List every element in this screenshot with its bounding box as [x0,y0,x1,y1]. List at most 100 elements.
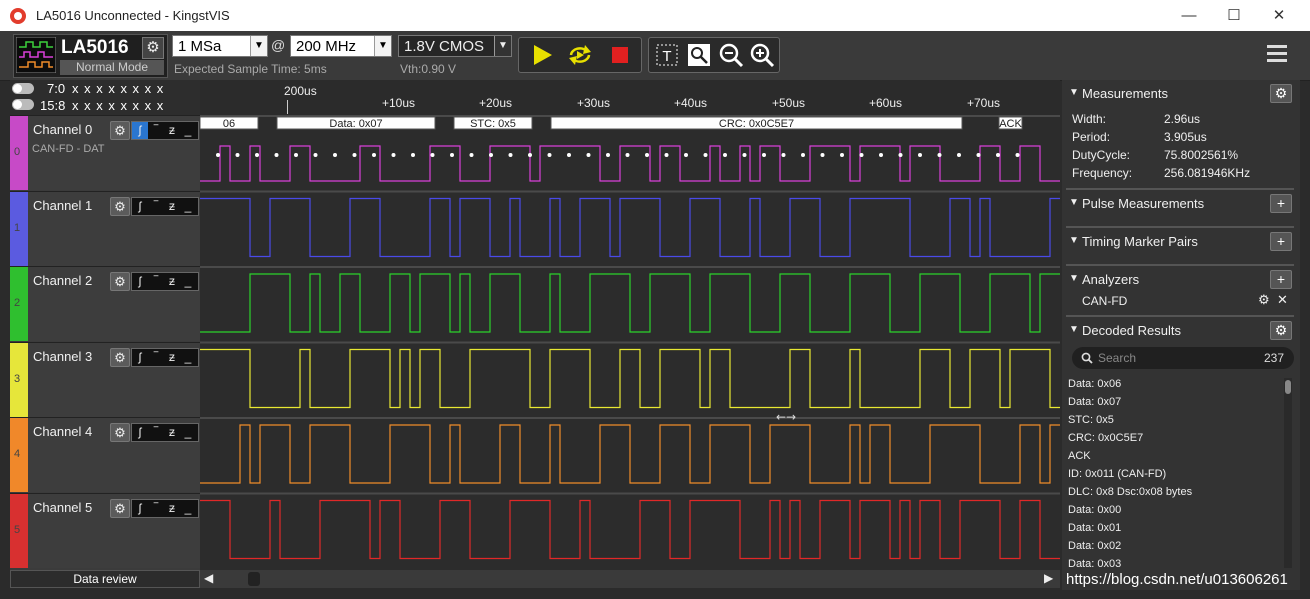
measurements-settings-gear-icon[interactable]: ⚙ [1270,84,1292,103]
falling-edge-icon[interactable]: ƶ [164,122,180,139]
channel-row[interactable]: 0 Channel 0 CAN-FD - DAT ⚙ ʃ ‾ ƶ _ [10,115,200,190]
analyzer-item[interactable]: CAN-FD [1082,294,1127,308]
trigger-selector[interactable]: ʃ ‾ ƶ _ [131,498,199,518]
decoded-search-input[interactable]: Search 237 [1072,347,1294,369]
group-toggle[interactable] [12,83,34,94]
rising-edge-icon[interactable]: ʃ [132,122,148,139]
falling-edge-icon[interactable]: ƶ [164,424,180,441]
channel-waveform[interactable] [200,424,1060,484]
sample-rate-select[interactable]: 200 MHz ▼ [290,35,392,57]
decoded-results-section[interactable]: ▼ Decoded Results ⚙ [1062,319,1300,343]
width-cursor-arrow-icon[interactable]: ←→ [776,410,796,424]
device-settings-gear-icon[interactable]: ⚙ [142,37,164,59]
channel-row[interactable]: 3 Channel 3 ⚙ ʃ ‾ ƶ _ [10,341,200,417]
results-scrollbar[interactable] [1284,378,1292,568]
loop-run-icon[interactable] [567,42,593,68]
add-pulse-plus-icon[interactable]: + [1270,194,1292,213]
high-level-icon[interactable]: ‾ [148,424,164,441]
zoom-out-icon[interactable] [718,42,744,68]
falling-edge-icon[interactable]: ƶ [164,349,180,366]
channel-settings-gear-icon[interactable]: ⚙ [110,347,130,367]
rising-edge-icon[interactable]: ʃ [132,424,148,441]
decoded-result-item[interactable]: Data: 0x00 [1068,504,1121,516]
channel-row[interactable]: 1 Channel 1 ⚙ ʃ ‾ ƶ _ [10,190,200,266]
decoded-result-item[interactable]: Data: 0x03 [1068,558,1121,570]
voltage-select[interactable]: 1.8V CMOS ▼ [398,35,512,57]
decoded-result-item[interactable]: CRC: 0x0C5E7 [1068,432,1143,444]
channel-settings-gear-icon[interactable]: ⚙ [110,498,130,518]
channel-row[interactable]: 2 Channel 2 ⚙ ʃ ‾ ƶ _ [10,266,200,341]
trigger-selector[interactable]: ʃ ‾ ƶ _ [131,423,199,442]
decoded-result-item[interactable]: DLC: 0x8 Dsc:0x08 bytes [1068,486,1192,498]
measurements-section[interactable]: ▼ Measurements ⚙ [1062,82,1300,106]
waveform-area[interactable]: 200us +10us +20us +30us +40us +50us +60u… [200,80,1060,570]
channel-row[interactable]: 4 Channel 4 ⚙ ʃ ‾ ƶ _ [10,417,200,492]
trigger-selector[interactable]: ʃ ‾ ƶ _ [131,121,199,140]
stop-icon[interactable] [607,42,633,68]
high-level-icon[interactable]: ‾ [148,500,164,517]
timing-marker-section[interactable]: ▼ Timing Marker Pairs + [1062,230,1300,254]
high-level-icon[interactable]: ‾ [148,198,164,215]
minimize-button[interactable]: — [1166,0,1212,31]
decoded-result-item[interactable]: Data: 0x07 [1068,396,1121,408]
trigger-selector[interactable]: ʃ ‾ ƶ _ [131,272,199,291]
add-marker-plus-icon[interactable]: + [1270,232,1292,251]
pulse-measurements-section[interactable]: ▼ Pulse Measurements + [1062,192,1300,216]
channel-settings-gear-icon[interactable]: ⚙ [110,196,130,216]
device-panel[interactable]: LA5016 ⚙ Normal Mode [13,34,168,78]
decoded-result-item[interactable]: Data: 0x02 [1068,540,1121,552]
channel-name[interactable]: Channel 1 [33,198,92,213]
falling-edge-icon[interactable]: ƶ [164,198,180,215]
channel-waveform[interactable] [200,273,1060,333]
decoded-settings-gear-icon[interactable]: ⚙ [1270,321,1292,340]
high-level-icon[interactable]: ‾ [148,122,164,139]
start-play-icon[interactable] [529,42,555,68]
decoded-result-item[interactable]: ID: 0x011 (CAN-FD) [1068,468,1166,480]
rising-edge-icon[interactable]: ʃ [132,273,148,290]
low-level-icon[interactable]: _ [180,273,196,290]
horizontal-scrollbar[interactable]: ◀ ▶ [200,570,1060,588]
rising-edge-icon[interactable]: ʃ [132,500,148,517]
low-level-icon[interactable]: _ [180,349,196,366]
decoded-result-item[interactable]: Data: 0x01 [1068,522,1121,534]
rising-edge-icon[interactable]: ʃ [132,198,148,215]
analyzer-settings-gear-icon[interactable]: ⚙ [1258,292,1270,308]
channel-waveform[interactable] [200,197,1060,258]
hamburger-menu-icon[interactable] [1266,43,1288,65]
low-level-icon[interactable]: _ [180,424,196,441]
low-level-icon[interactable]: _ [180,500,196,517]
low-level-icon[interactable]: _ [180,198,196,215]
zoom-fit-icon[interactable] [686,42,712,68]
collapse-triangle-icon[interactable]: ▼ [1069,87,1079,98]
low-level-icon[interactable]: _ [180,122,196,139]
channel-name[interactable]: Channel 5 [33,500,92,515]
decoded-result-item[interactable]: STC: 0x5 [1068,414,1114,426]
channel-settings-gear-icon[interactable]: ⚙ [110,121,130,140]
scroll-thumb[interactable] [248,572,260,586]
rising-edge-icon[interactable]: ʃ [132,349,148,366]
falling-edge-icon[interactable]: ƶ [164,273,180,290]
sample-depth-select[interactable]: 1 MSa ▼ [172,35,268,57]
channel-name[interactable]: Channel 0 [33,122,92,137]
channel-name[interactable]: Channel 3 [33,349,92,364]
group-toggle[interactable] [12,99,34,110]
close-button[interactable]: ✕ [1256,0,1302,31]
channel-waveform[interactable] [200,145,1060,182]
results-scroll-thumb[interactable] [1285,380,1291,394]
falling-edge-icon[interactable]: ƶ [164,500,180,517]
waveform-traces[interactable]: 06 Data: 0x07 STC: 0x5 CRC: 0x0C5E7 ACK ←→ [200,115,1060,570]
trigger-selector[interactable]: ʃ ‾ ƶ _ [131,196,199,216]
text-annotation-icon[interactable]: T [654,42,680,68]
high-level-icon[interactable]: ‾ [148,349,164,366]
analyzers-section[interactable]: ▼ Analyzers + [1062,268,1300,292]
analyzer-remove-close-icon[interactable]: ✕ [1277,292,1288,308]
data-review-button[interactable]: Data review [10,570,200,588]
collapse-triangle-icon[interactable]: ▼ [1069,235,1079,246]
add-analyzer-plus-icon[interactable]: + [1270,270,1292,289]
trigger-selector[interactable]: ʃ ‾ ƶ _ [131,347,199,367]
channel-name[interactable]: Channel 2 [33,273,92,288]
channel-waveform[interactable] [200,348,1060,409]
channel-name[interactable]: Channel 4 [33,424,92,439]
scroll-left-arrow-icon[interactable]: ◀ [204,571,213,585]
decoded-result-item[interactable]: ACK [1068,450,1091,462]
